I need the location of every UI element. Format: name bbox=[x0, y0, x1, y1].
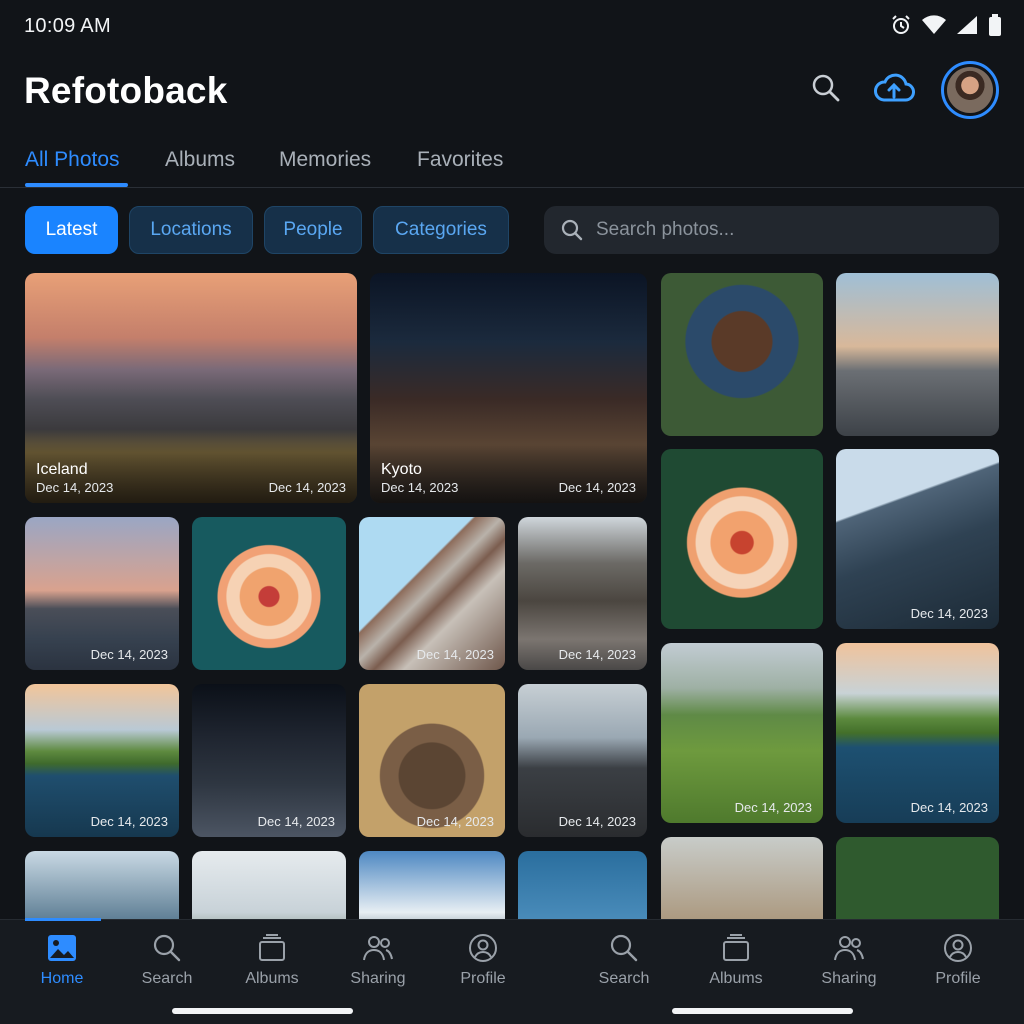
search-icon bbox=[151, 932, 183, 964]
nav-profile[interactable]: Profile bbox=[433, 932, 533, 992]
photo-date: Dec 14, 2023 bbox=[257, 814, 335, 829]
photo-date: Dec 14, 2023 bbox=[381, 480, 459, 495]
battery-icon bbox=[988, 14, 1002, 41]
photo-tile-flower[interactable] bbox=[661, 449, 823, 629]
photo-date: Dec 14, 2023 bbox=[558, 480, 636, 495]
cloud-upload-button[interactable] bbox=[866, 64, 922, 116]
photo-date: Dec 14, 2023 bbox=[910, 606, 988, 621]
tab-bar: All Photos Albums Memories Favorites bbox=[0, 138, 1024, 188]
photo-tile-elephant[interactable]: Dec 14, 2023 bbox=[661, 643, 823, 823]
photo-tile-building[interactable]: Dec 14, 2023 bbox=[359, 517, 505, 670]
photo-tile-iceland[interactable]: Iceland Dec 14, 2023 Dec 14, 2023 bbox=[25, 273, 357, 503]
alarm-icon bbox=[890, 14, 912, 41]
filter-locations[interactable]: Locations bbox=[129, 206, 253, 254]
filter-latest[interactable]: Latest bbox=[25, 206, 118, 254]
search-icon bbox=[558, 216, 586, 244]
photo-tile-glass-building[interactable]: Dec 14, 2023 bbox=[836, 449, 999, 629]
photo-tile-kyoto[interactable]: Kyoto Dec 14, 2023 Dec 14, 2023 bbox=[370, 273, 647, 503]
tab-memories[interactable]: Memories bbox=[279, 148, 371, 172]
bottom-nav: Home Search Albums Sharing Profile Searc… bbox=[0, 918, 1024, 1024]
photo-date: Dec 14, 2023 bbox=[90, 647, 168, 662]
photo-date: Dec 14, 2023 bbox=[734, 800, 812, 815]
photo-tile-coastline[interactable]: Dec 14, 2023 bbox=[836, 643, 999, 823]
app-title: Refotoback bbox=[24, 70, 228, 111]
nav-search[interactable]: Search bbox=[117, 932, 217, 992]
nav-sharing[interactable]: Sharing bbox=[328, 932, 428, 992]
nav-albums[interactable]: Albums bbox=[222, 932, 322, 992]
tab-favorites[interactable]: Favorites bbox=[417, 148, 503, 172]
tab-underline bbox=[25, 183, 128, 187]
people-icon bbox=[362, 932, 394, 964]
albums-icon bbox=[256, 932, 288, 964]
nav-active-indicator bbox=[25, 918, 101, 921]
photo-date: Dec 14, 2023 bbox=[36, 480, 114, 495]
filter-categories[interactable]: Categories bbox=[373, 206, 509, 254]
photo-date: Dec 14, 2023 bbox=[268, 480, 346, 495]
people-icon bbox=[833, 932, 865, 964]
photo-date: Dec 14, 2023 bbox=[558, 647, 636, 662]
nav-home[interactable]: Home bbox=[12, 932, 112, 992]
nav-sharing-2[interactable]: Sharing bbox=[799, 932, 899, 992]
nav-search-2[interactable]: Search bbox=[574, 932, 674, 992]
nav-profile-2[interactable]: Profile bbox=[908, 932, 1008, 992]
albums-icon bbox=[720, 932, 752, 964]
photo-icon bbox=[46, 932, 78, 964]
photo-tile-skyline[interactable]: Dec 14, 2023 bbox=[25, 517, 179, 670]
wifi-icon bbox=[922, 15, 946, 40]
profile-icon bbox=[942, 932, 974, 964]
search-button[interactable] bbox=[804, 68, 848, 112]
search-photos-box[interactable] bbox=[544, 206, 999, 254]
photo-date: Dec 14, 2023 bbox=[416, 647, 494, 662]
photo-location: Iceland bbox=[36, 461, 88, 478]
photo-date: Dec 14, 2023 bbox=[910, 800, 988, 815]
avatar[interactable] bbox=[941, 61, 999, 119]
photo-tile-alley[interactable]: Dec 14, 2023 bbox=[518, 517, 647, 670]
photo-tile-portrait[interactable] bbox=[661, 273, 823, 436]
photo-location: Kyoto bbox=[381, 461, 422, 478]
photo-tile-coast[interactable]: Dec 14, 2023 bbox=[25, 684, 179, 837]
photo-date: Dec 14, 2023 bbox=[90, 814, 168, 829]
search-icon bbox=[608, 932, 640, 964]
avatar-photo bbox=[947, 67, 993, 113]
nav-albums-2[interactable]: Albums bbox=[686, 932, 786, 992]
home-indicator-left bbox=[172, 1008, 353, 1014]
photo-tile-owl[interactable]: Dec 14, 2023 bbox=[359, 684, 505, 837]
photo-date: Dec 14, 2023 bbox=[416, 814, 494, 829]
home-indicator-right bbox=[672, 1008, 853, 1014]
photo-tile-skyscraper[interactable] bbox=[836, 273, 999, 436]
photo-tile-night-street[interactable]: Dec 14, 2023 bbox=[192, 684, 346, 837]
profile-icon bbox=[467, 932, 499, 964]
photo-tile-dahlia[interactable] bbox=[192, 517, 346, 670]
search-photos-input[interactable] bbox=[596, 219, 976, 241]
filter-people[interactable]: People bbox=[264, 206, 362, 254]
tab-albums[interactable]: Albums bbox=[165, 148, 235, 172]
search-icon bbox=[811, 73, 841, 108]
signal-icon bbox=[956, 15, 978, 40]
tab-all-photos[interactable]: All Photos bbox=[25, 148, 120, 172]
status-time: 10:09 AM bbox=[24, 15, 111, 37]
status-bar: 10:09 AM bbox=[0, 0, 1024, 52]
photo-tile-cliff[interactable]: Dec 14, 2023 bbox=[518, 684, 647, 837]
cloud-upload-icon bbox=[873, 72, 915, 109]
photo-date: Dec 14, 2023 bbox=[558, 814, 636, 829]
